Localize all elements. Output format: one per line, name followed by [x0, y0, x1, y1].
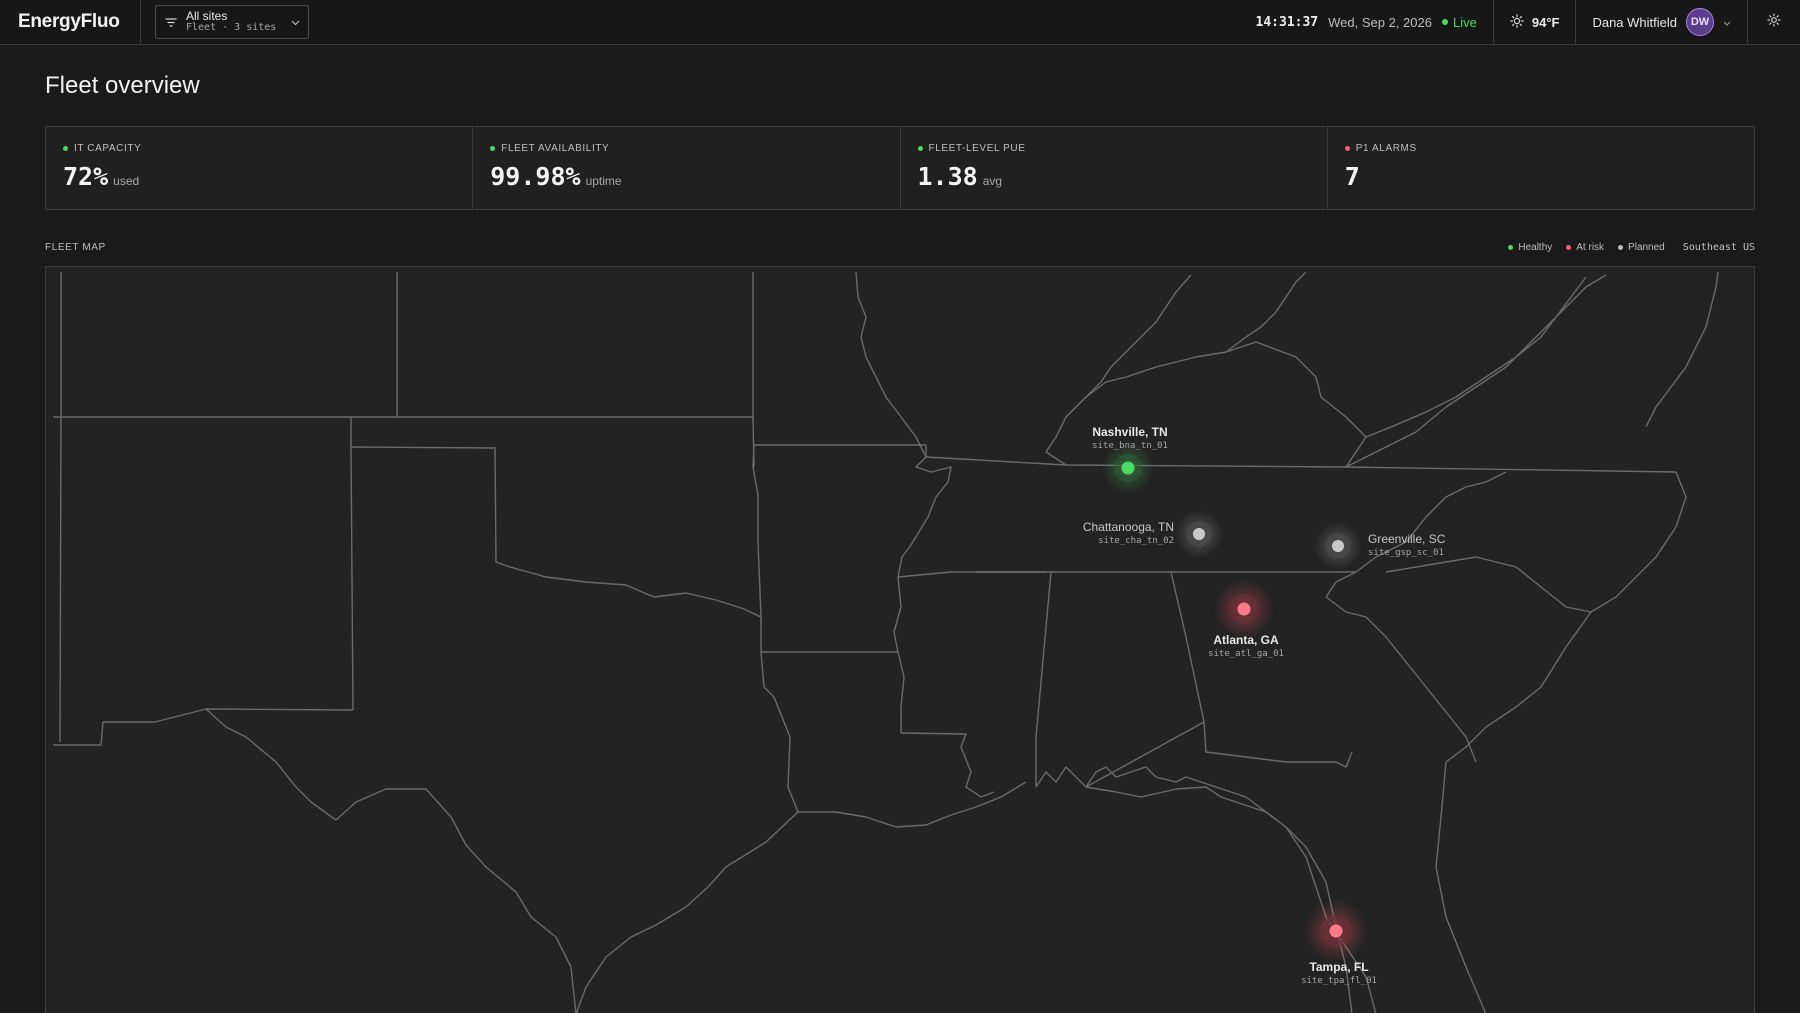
kpi-value: 99.98%	[490, 162, 581, 191]
site-dot	[1121, 461, 1135, 475]
site-switcher[interactable]: All sites Fleet · 3 sites	[155, 5, 309, 39]
kpi-label: P1 ALARMS	[1355, 143, 1417, 154]
site-switcher-title: All sites	[186, 9, 228, 23]
legend-label: Healthy	[1518, 242, 1553, 253]
site-dot	[1237, 602, 1251, 616]
site-marker-chattanooga[interactable]: Chattanooga, TN site_cha_tn_02	[1083, 510, 1223, 558]
kpi-p1-alarms[interactable]: P1 ALARMS 7	[1328, 127, 1754, 209]
kpi-fleet-pue[interactable]: FLEET-LEVEL PUE 1.38 avg	[901, 127, 1328, 209]
settings-button[interactable]	[1748, 0, 1800, 44]
map-title: FLEET MAP	[45, 242, 106, 253]
kpi-value: 7	[1344, 162, 1360, 191]
site-marker-nashville[interactable]: Nashville, TN site_bna_tn_01	[1092, 425, 1168, 494]
site-dot	[1329, 924, 1343, 938]
site-name: Nashville, TN	[1092, 425, 1167, 439]
kpi-strip: IT CAPACITY 72% used FLEET AVAILABILITY 9…	[45, 126, 1755, 210]
current-time: 14:31:37	[1255, 14, 1319, 30]
site-name: Chattanooga, TN	[1083, 520, 1174, 534]
page-title: Fleet overview	[45, 72, 200, 99]
live-label: Live	[1452, 14, 1477, 30]
site-id: site_tpa_fl_01	[1301, 976, 1377, 986]
map-canvas[interactable]: Nashville, TN site_bna_tn_01 Chattanooga…	[46, 267, 1755, 1013]
user-menu[interactable]: Dana Whitfield DW	[1576, 0, 1748, 44]
site-marker-atlanta[interactable]: Atlanta, GA site_atl_ga_01	[1208, 579, 1284, 659]
legend-at-risk[interactable]: At risk	[1566, 242, 1604, 253]
site-marker-greenville[interactable]: Greenville, SC site_gsp_sc_01	[1314, 522, 1446, 570]
site-id: site_bna_tn_01	[1092, 441, 1168, 451]
legend-dot-icon	[1618, 245, 1624, 250]
site-name: Greenville, SC	[1368, 532, 1446, 546]
map-header: FLEET MAP Healthy At risk Planned Southe…	[45, 242, 1755, 253]
site-name: Atlanta, GA	[1213, 633, 1279, 647]
state-borders	[53, 271, 1719, 1013]
brand-logo[interactable]: EnergyFluo	[0, 0, 141, 44]
legend-planned[interactable]: Planned	[1618, 242, 1665, 253]
chevron-down-icon	[1723, 13, 1731, 31]
map-region: Southeast US	[1682, 242, 1755, 253]
site-name: Tampa, FL	[1309, 960, 1368, 974]
site-dot	[1193, 528, 1205, 540]
site-id: site_atl_ga_01	[1208, 649, 1284, 659]
clock: 14:31:37 Wed, Sep 2, 2026 Live	[1256, 0, 1494, 44]
site-marker-tampa[interactable]: Tampa, FL site_tpa_fl_01	[1301, 899, 1377, 986]
current-date: Wed, Sep 2, 2026	[1328, 14, 1432, 30]
kpi-label: FLEET-LEVEL PUE	[928, 143, 1026, 154]
kpi-fleet-availability[interactable]: FLEET AVAILABILITY 99.98% uptime	[473, 127, 901, 209]
filter-icon	[164, 15, 178, 29]
kpi-it-capacity[interactable]: IT CAPACITY 72% used	[46, 127, 474, 209]
top-bar: EnergyFluo All sites Fleet · 3 sites 14:…	[0, 0, 1800, 45]
fleet-map[interactable]: Nashville, TN site_bna_tn_01 Chattanooga…	[45, 266, 1755, 1013]
kpi-value: 72%	[63, 162, 109, 191]
status-dot-icon	[917, 146, 923, 151]
status-dot-icon	[63, 146, 68, 151]
site-dot	[1332, 540, 1344, 552]
live-indicator: Live	[1441, 14, 1477, 30]
site-id: site_cha_tn_02	[1098, 536, 1174, 546]
legend-healthy[interactable]: Healthy	[1508, 242, 1552, 253]
kpi-unit: avg	[982, 174, 1003, 188]
site-id: site_gsp_sc_01	[1368, 548, 1444, 558]
user-name: Dana Whitfield	[1592, 14, 1677, 30]
live-dot-icon	[1441, 19, 1448, 25]
status-dot-icon	[490, 146, 496, 151]
map-legend: Healthy At risk Planned Southeast US	[1508, 242, 1755, 253]
legend-dot-icon	[1508, 245, 1514, 250]
weather-widget: 94°F	[1494, 0, 1577, 44]
kpi-label: FLEET AVAILABILITY	[501, 143, 610, 154]
temperature: 94°F	[1531, 14, 1560, 30]
kpi-label: IT CAPACITY	[74, 143, 142, 154]
legend-dot-icon	[1566, 245, 1572, 250]
legend-label: At risk	[1576, 242, 1605, 253]
kpi-unit: uptime	[585, 174, 622, 188]
kpi-unit: used	[113, 174, 140, 188]
gear-icon	[1767, 12, 1781, 32]
kpi-value: 1.38	[917, 162, 978, 191]
chevron-down-icon	[291, 13, 300, 31]
legend-label: Planned	[1628, 242, 1665, 253]
avatar: DW	[1686, 8, 1714, 36]
status-dot-icon	[1344, 146, 1350, 151]
site-switcher-subtitle: Fleet · 3 sites	[186, 22, 277, 33]
sun-icon	[1510, 13, 1524, 31]
